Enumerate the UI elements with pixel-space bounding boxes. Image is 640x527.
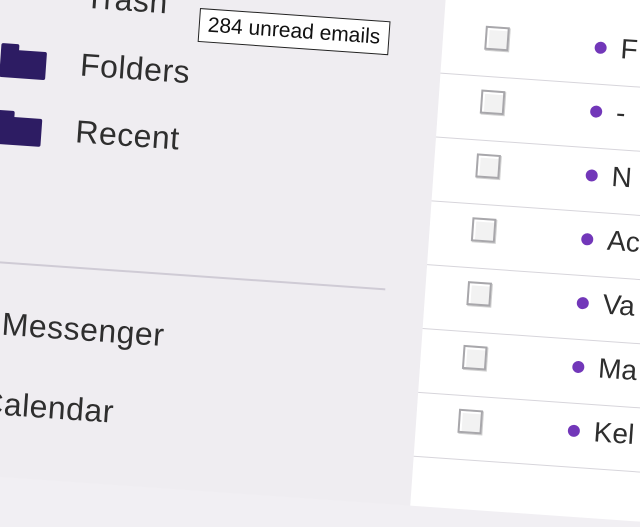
select-checkbox[interactable]: [461, 344, 488, 371]
email-sender: Va: [601, 288, 636, 322]
sidebar-item-messenger[interactable]: Messenger: [0, 297, 166, 360]
email-sender: Ma: [597, 352, 639, 387]
email-row[interactable]: Kel: [413, 391, 640, 478]
sidebar-item-label: Trash: [84, 0, 169, 21]
sidebar-item-calendar[interactable]: Calendar: [0, 375, 116, 437]
unread-indicator: [571, 360, 585, 374]
mail-app: Trash Folders Recent Messenger Calendar …: [0, 0, 640, 527]
email-sender: N: [610, 160, 633, 194]
folder-icon: [0, 41, 48, 81]
sidebar-item-folders[interactable]: Folders: [0, 34, 192, 97]
unread-indicator: [576, 296, 590, 310]
select-checkbox[interactable]: [457, 408, 484, 435]
unread-indicator: [589, 105, 603, 119]
sidebar-item-label: Folders: [78, 46, 192, 90]
select-checkbox[interactable]: [479, 89, 506, 116]
email-sender: F: [619, 33, 639, 66]
unread-indicator: [580, 232, 594, 246]
select-checkbox[interactable]: [484, 25, 510, 52]
sidebar-item-label: Messenger: [0, 305, 166, 353]
folder-icon: [0, 108, 43, 147]
select-checkbox[interactable]: [475, 153, 501, 180]
sidebar-item-recent[interactable]: Recent: [0, 101, 181, 164]
sidebar-item-label: Recent: [74, 112, 181, 157]
email-sender: Kel: [592, 416, 636, 451]
select-checkbox[interactable]: [466, 281, 492, 307]
select-checkbox[interactable]: [470, 217, 497, 243]
sidebar-item-label: Calendar: [0, 383, 116, 430]
unread-indicator: [585, 169, 599, 182]
sidebar: Trash Folders Recent Messenger Calendar: [0, 0, 450, 506]
sidebar-divider: [0, 259, 386, 291]
email-sender: Ac: [606, 224, 640, 258]
unread-indicator: [594, 41, 608, 55]
email-list: F - N Ac Va Ma Kel: [410, 0, 640, 527]
email-sender: -: [615, 97, 627, 129]
unread-indicator: [567, 424, 581, 438]
sidebar-item-trash[interactable]: Trash: [3, 0, 169, 27]
